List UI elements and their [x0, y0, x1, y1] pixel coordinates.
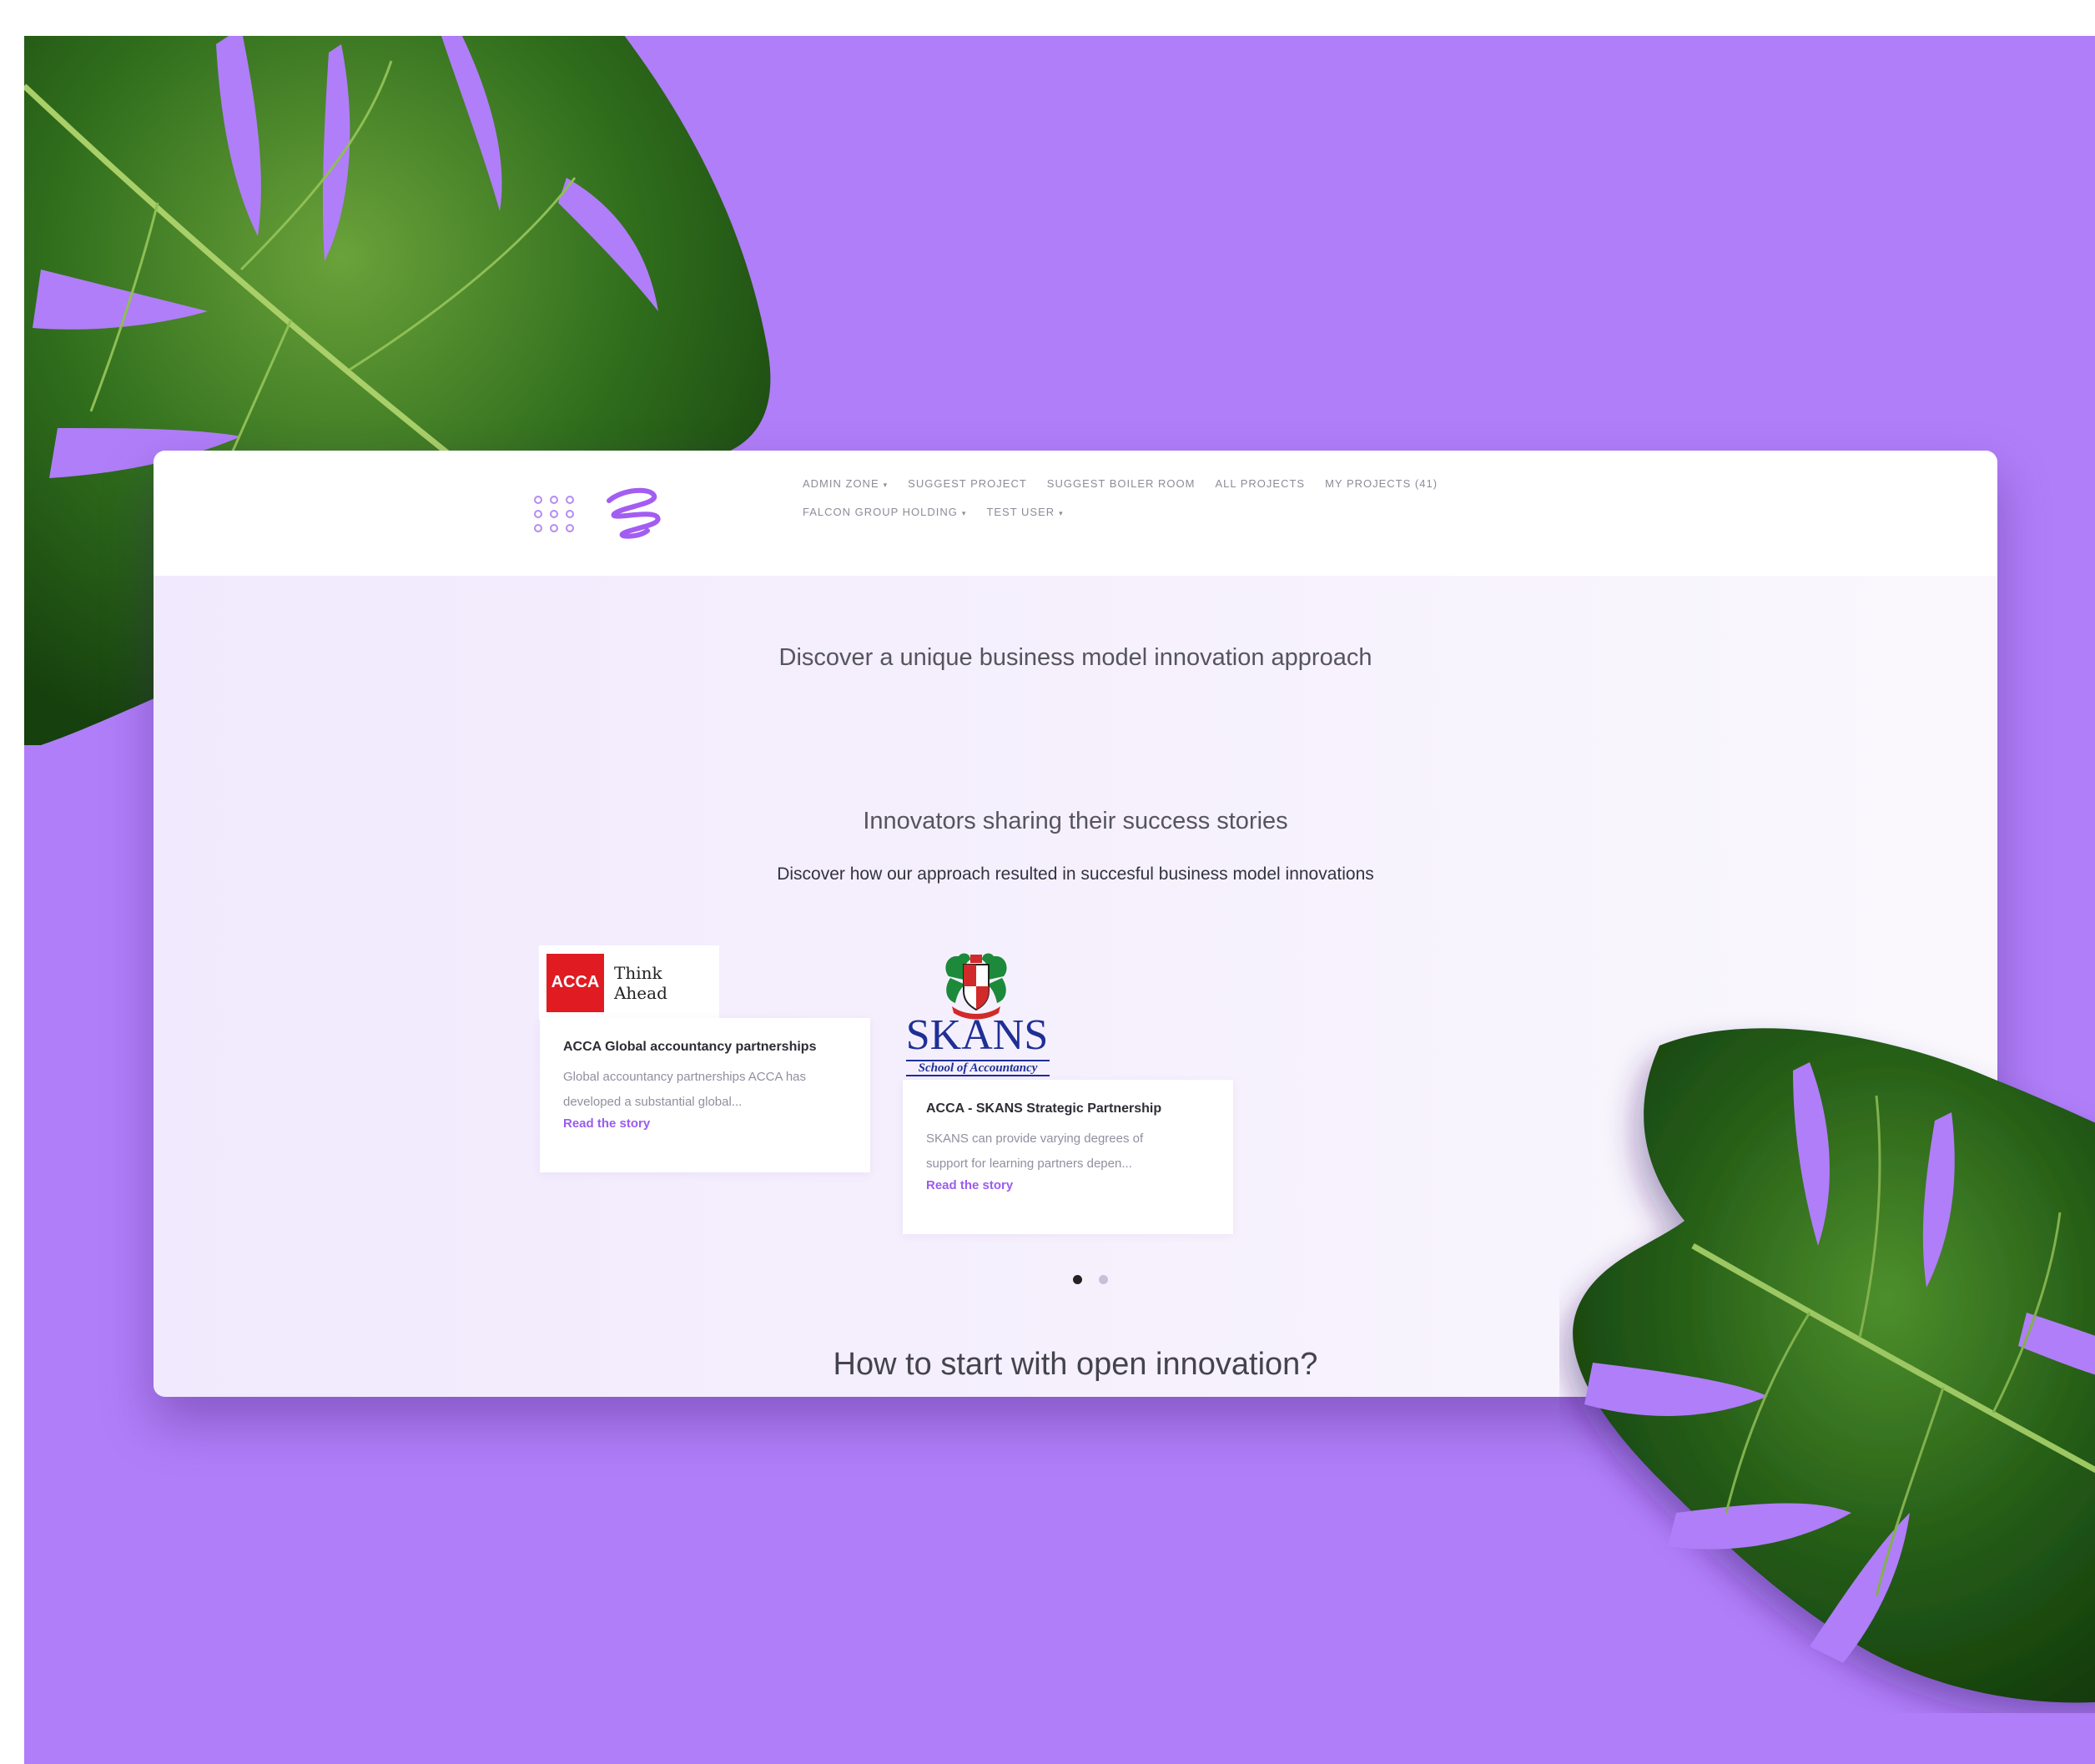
skans-logo-name: SKANS [905, 1011, 1049, 1059]
read-story-link[interactable]: Read the story [926, 1178, 1210, 1192]
carousel-dots [1073, 1275, 1108, 1284]
carousel-dot-1[interactable] [1073, 1275, 1082, 1284]
nav-admin-zone[interactable]: ADMIN ZONE ▾ [803, 477, 888, 490]
chevron-down-icon: ▾ [961, 508, 967, 517]
nav-row-2: FALCON GROUP HOLDING ▾ TEST USER ▾ [803, 497, 1637, 526]
crest-icon [945, 953, 1007, 1020]
story-card-skans[interactable]: ACCA - SKANS Strategic Partnership SKANS… [903, 1080, 1233, 1234]
logo-dots-icon[interactable] [531, 493, 577, 535]
skans-logo-subtitle: School of Accountancy [906, 1060, 1050, 1076]
nav-suggest-project[interactable]: SUGGEST PROJECT [908, 477, 1027, 490]
read-story-link[interactable]: Read the story [563, 1116, 847, 1131]
chevron-down-icon: ▾ [1059, 508, 1064, 517]
stories-title: Innovators sharing their success stories [863, 808, 1288, 834]
nav-suggest-boiler-room[interactable]: SUGGEST BOILER ROOM [1047, 477, 1196, 490]
story-card-title: ACCA Global accountancy partnerships [563, 1040, 817, 1054]
browser-window: ADMIN ZONE ▾ SUGGEST PROJECT SUGGEST BOIL… [154, 451, 1997, 1397]
chevron-down-icon: ▾ [883, 480, 889, 489]
stories-subtitle: Discover how our approach resulted in su… [777, 864, 1374, 884]
skans-logo: SKANS School of Accountancy [903, 951, 1053, 1081]
hero-title: Discover a unique business model innovat… [778, 644, 1372, 671]
story-card-desc-line-1: SKANS can provide varying degrees of [926, 1131, 1144, 1146]
how-to-start-title: How to start with open innovation? [833, 1347, 1318, 1382]
nav-my-projects[interactable]: MY PROJECTS (41) [1325, 477, 1438, 490]
main-nav: ADMIN ZONE ▾ SUGGEST PROJECT SUGGEST BOIL… [803, 469, 1637, 526]
story-card-desc-line-2: developed a substantial global... [563, 1095, 743, 1109]
nav-falcon-group-holding[interactable]: FALCON GROUP HOLDING ▾ [803, 506, 966, 518]
story-card-acca[interactable]: ACCA Global accountancy partnerships Glo… [540, 1018, 870, 1172]
nav-test-user[interactable]: TEST USER ▾ [986, 506, 1063, 518]
purple-backdrop: ADMIN ZONE ▾ SUGGEST PROJECT SUGGEST BOIL… [24, 36, 2095, 1764]
page-content: Discover a unique business model innovat… [154, 576, 1997, 1397]
acca-logo: ACCA Think Ahead [539, 945, 719, 1020]
story-card-title: ACCA - SKANS Strategic Partnership [926, 1101, 1162, 1116]
logo-scribble-icon[interactable] [602, 486, 666, 541]
acca-logo-mark: ACCA [546, 953, 604, 1012]
story-card-desc-line-2: support for learning partners depen... [926, 1157, 1132, 1171]
nav-all-projects[interactable]: ALL PROJECTS [1215, 477, 1305, 490]
site-header: ADMIN ZONE ▾ SUGGEST PROJECT SUGGEST BOIL… [154, 451, 1997, 576]
acca-logo-tagline: Think Ahead [613, 962, 667, 1003]
story-card-desc-line-1: Global accountancy partnerships ACCA has [563, 1070, 806, 1084]
carousel-dot-2[interactable] [1099, 1275, 1108, 1284]
nav-row-1: ADMIN ZONE ▾ SUGGEST PROJECT SUGGEST BOIL… [803, 469, 1637, 497]
